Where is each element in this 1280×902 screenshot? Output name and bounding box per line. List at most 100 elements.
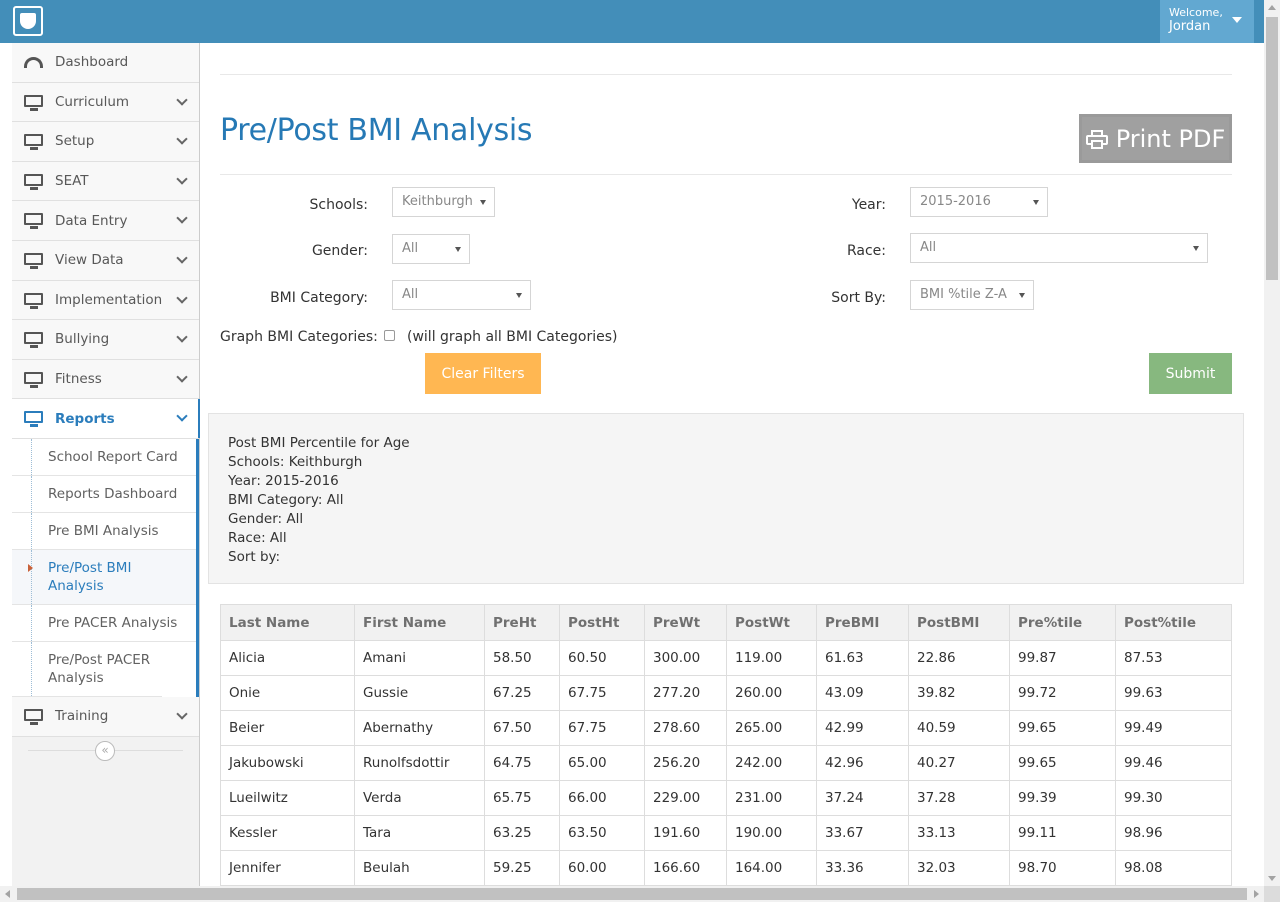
sidebar-item-implementation[interactable]: Implementation [12,280,199,321]
graph-bmi-note: (will graph all BMI Categories) [407,329,618,345]
table-cell: 65.00 [559,745,645,781]
vertical-scrollbar[interactable] [1264,0,1280,886]
table-cell: 99.65 [1009,710,1116,746]
chevron-down-icon [176,133,188,145]
bmi-category-label: BMI Category: [270,290,368,306]
race-select[interactable]: All [910,233,1208,263]
sidebar-item-dashboard[interactable]: Dashboard [12,43,199,83]
table-cell: 67.75 [559,710,645,746]
column-header[interactable]: PreHt [484,604,560,641]
clear-filters-button[interactable]: Clear Filters [425,353,541,394]
column-header[interactable]: Post%tile [1115,604,1232,641]
table-cell: 87.53 [1115,640,1232,676]
table-row: Beier Abernathy 67.50 67.75 278.60 265.00 42.9… [220,710,1232,746]
column-header[interactable]: PostHt [559,604,645,641]
table-cell: 42.96 [816,745,909,781]
submenu-item-pre-post-bmi-analysis[interactable]: Pre/Post BMI Analysis [12,549,196,605]
submenu-item-pre-post-pacer-analysis[interactable]: Pre/Post PACER Analysis [12,641,162,697]
table-cell: 67.25 [484,675,560,711]
table-cell: 22.86 [908,640,1010,676]
horizontal-scrollbar[interactable] [0,886,1264,902]
table-cell: 67.50 [484,710,560,746]
sidebar-item-reports[interactable]: Reports [12,399,201,439]
sidebar-item-label: Reports [55,410,115,427]
year-select[interactable]: 2015-2016 [910,187,1048,217]
table-cell: Beulah [354,850,485,886]
table-cell: 98.08 [1115,850,1232,886]
sidebar-item-bullying[interactable]: Bullying [12,320,199,360]
column-header[interactable]: PostWt [726,604,817,641]
table-cell: 66.00 [559,780,645,816]
sidebar-item-curriculum[interactable]: Curriculum [12,82,199,123]
sidebar-item-data-entry[interactable]: Data Entry [12,201,199,241]
table-cell: 37.24 [816,780,909,816]
user-menu[interactable]: Welcome, Jordan [1160,0,1254,43]
year-label: Year: [851,197,886,213]
column-header[interactable]: Last Name [220,604,355,641]
scroll-down-icon[interactable] [1268,876,1276,881]
column-header[interactable]: Pre%tile [1009,604,1116,641]
table-cell: 33.36 [816,850,909,886]
column-header[interactable]: PreWt [644,604,727,641]
table-cell: 65.75 [484,780,560,816]
table-cell: 33.13 [908,815,1010,851]
gender-label: Gender: [311,243,368,259]
sidebar-item-setup[interactable]: Setup [12,122,199,162]
column-header[interactable]: PreBMI [816,604,909,641]
print-pdf-button[interactable]: Print PDF [1079,114,1232,163]
table-cell: 99.49 [1115,710,1232,746]
schools-select[interactable]: Keithburgh [392,187,495,217]
monitor-icon [24,292,43,309]
scrollbar-thumb[interactable] [17,888,1247,900]
table-cell: 265.00 [726,710,817,746]
sidebar-item-label: Curriculum [55,93,130,110]
sort-by-select[interactable]: BMI %tile Z-A [910,280,1034,310]
scroll-up-icon[interactable] [1268,5,1276,10]
submenu-item-pre-pacer-analysis[interactable]: Pre PACER Analysis [12,604,196,642]
table-cell: 99.63 [1115,675,1232,711]
scroll-right-icon[interactable] [1254,890,1259,898]
chevron-down-icon [176,371,188,383]
table-cell: 99.11 [1009,815,1116,851]
caret-right-icon [28,563,33,572]
column-header[interactable]: PostBMI [908,604,1010,641]
table-cell: Runolfsdottir [354,745,485,781]
table-cell: 58.50 [484,640,560,676]
scroll-left-icon[interactable] [5,890,10,898]
table-cell: Abernathy [354,710,485,746]
table-row: Lueilwitz Verda 65.75 66.00 229.00 231.00 37.2… [220,780,1232,816]
table-row: Jennifer Beulah 59.25 60.00 166.60 164.00 33.3… [220,850,1232,886]
bmi-category-select[interactable]: All [392,280,531,310]
table-cell: 191.60 [644,815,727,851]
gender-select[interactable]: All [392,234,470,264]
sidebar-item-training[interactable]: Training [12,696,199,737]
sidebar-collapse: « [12,737,199,765]
summary-line: Race: All [228,530,287,546]
bmi-results-table: Last Name First Name PreHt PostHt PreWt … [220,604,1232,886]
divider [220,174,1232,175]
app-logo[interactable] [13,6,43,36]
scrollbar-corner [1264,886,1280,902]
race-label: Race: [846,243,886,259]
table-cell: 67.75 [559,675,645,711]
submenu-item-school-report-card[interactable]: School Report Card [12,438,196,476]
main-content: Pre/Post BMI Analysis Print PDF Schools:… [200,43,1264,888]
sidebar-item-fitness[interactable]: Fitness [12,359,199,400]
submenu-item-pre-bmi-analysis[interactable]: Pre BMI Analysis [12,512,196,550]
table-cell: 43.09 [816,675,909,711]
graph-bmi-checkbox[interactable] [384,330,395,341]
table-cell: 119.00 [726,640,817,676]
submenu-item-reports-dashboard[interactable]: Reports Dashboard [12,475,196,513]
printer-icon [1085,129,1108,149]
sidebar-item-seat[interactable]: SEAT [12,161,199,202]
table-cell: 98.96 [1115,815,1232,851]
sidebar-item-view-data[interactable]: View Data [12,240,199,281]
column-header[interactable]: First Name [354,604,485,641]
summary-line: Sort by: [228,549,281,565]
scrollbar-thumb[interactable] [1266,17,1278,280]
table-cell: 33.67 [816,815,909,851]
table-cell: 277.20 [644,675,727,711]
double-chevron-left-icon[interactable]: « [95,740,115,761]
submit-button[interactable]: Submit [1149,353,1232,394]
table-cell: 166.60 [644,850,727,886]
